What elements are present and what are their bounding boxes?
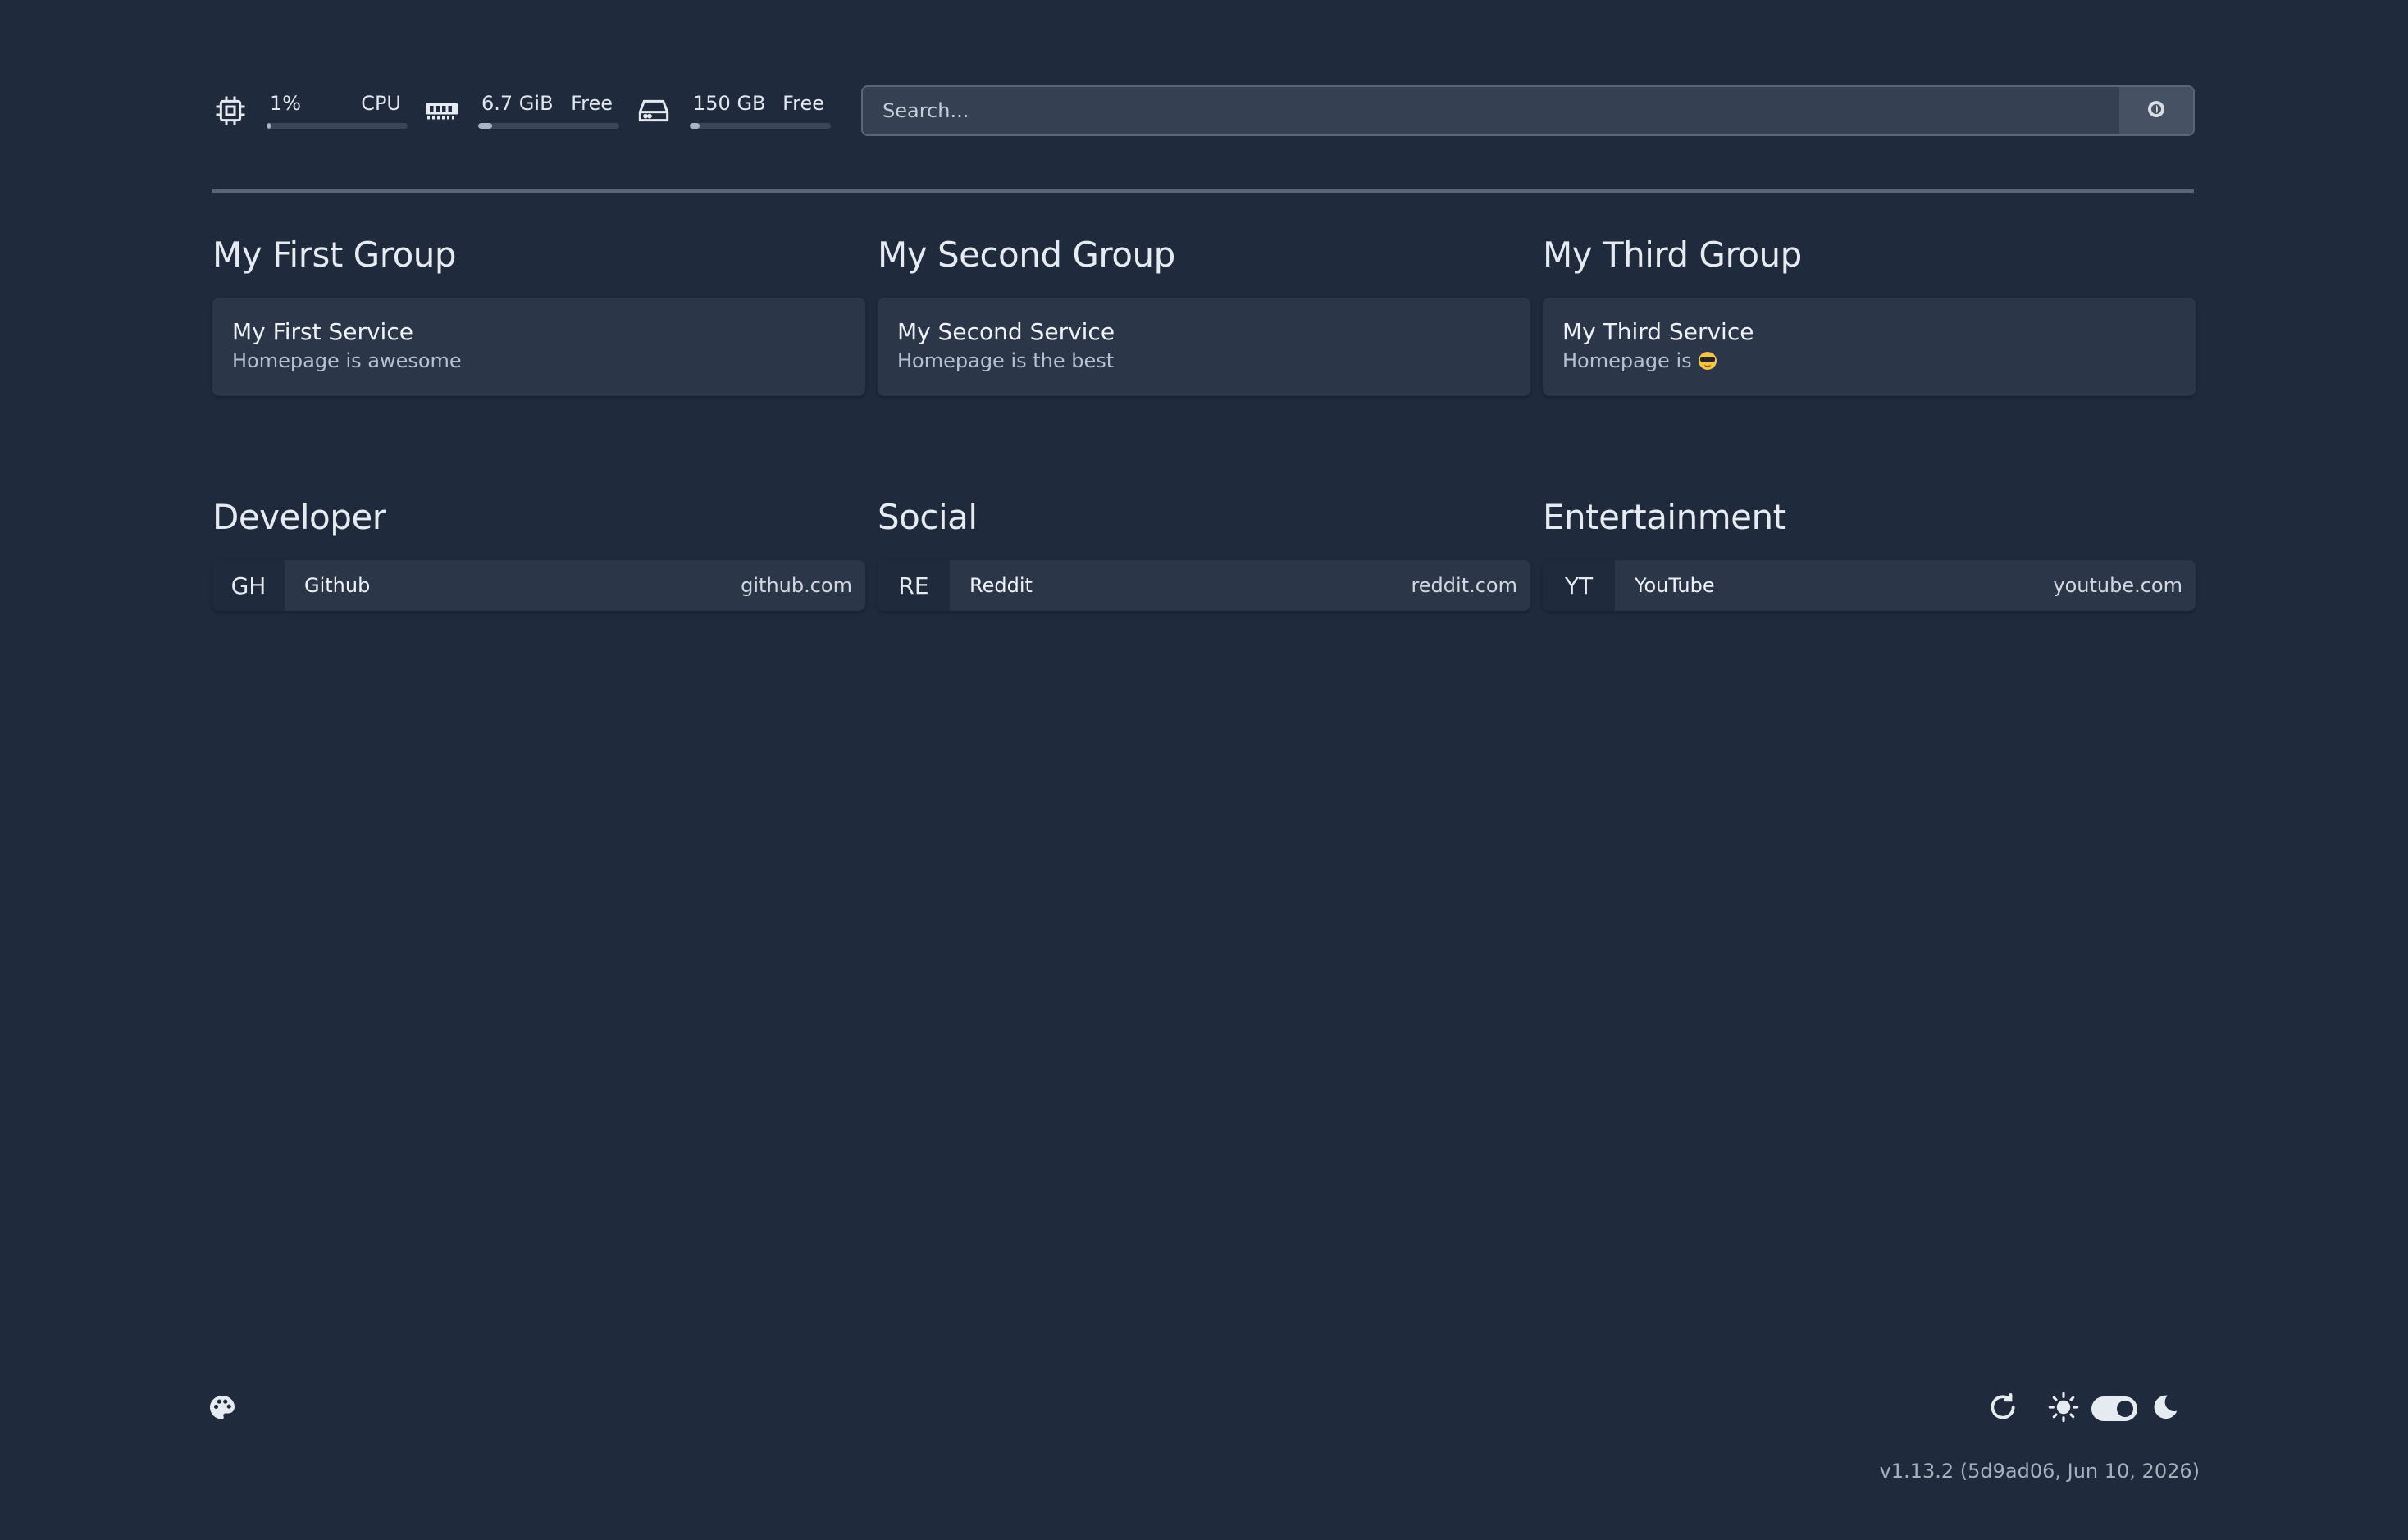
theme-toggle[interactable] — [2091, 1396, 2137, 1421]
toggle-knob — [2117, 1401, 2133, 1417]
revalidate-button[interactable] — [1985, 1391, 2021, 1427]
bookmark-reddit[interactable]: RE Reddit reddit.com — [878, 560, 1530, 611]
disk-usage-fill — [690, 123, 700, 129]
service-group-1: My First Group My First Service Homepage… — [212, 230, 865, 396]
disk-widget: 150 GB Free — [636, 84, 831, 138]
palette-icon — [208, 1393, 237, 1426]
service-name: My First Service — [232, 318, 413, 345]
homepage-dashboard: 1% CPU 6.7 GiB Free 150 GB Free Search..… — [0, 0, 2408, 1540]
bookmark-name: Github — [304, 574, 371, 597]
bookmark-name: YouTube — [1635, 574, 1715, 597]
bookmark-name: Reddit — [969, 574, 1033, 597]
bookmark-abbr: YT — [1543, 560, 1615, 611]
color-palette-button[interactable] — [207, 1394, 238, 1425]
group-title: Developer — [212, 497, 386, 537]
service-description: Homepage is awesome — [232, 349, 462, 372]
disk-usage-bar — [690, 123, 831, 129]
disk-drive-icon — [636, 93, 672, 129]
cpu-value: 1% — [270, 92, 302, 115]
bookmark-abbr: RE — [878, 560, 950, 611]
memory-usage-bar — [478, 123, 619, 129]
group-title: My Second Group — [878, 235, 1175, 275]
header-divider — [212, 189, 2194, 193]
disk-label: Free — [782, 92, 824, 115]
bookmark-group-entertainment: Entertainment YT YouTube youtube.com — [1543, 493, 2196, 611]
search-provider-button[interactable] — [2119, 87, 2193, 134]
footer-controls — [1985, 1391, 2183, 1427]
sunglasses-emoji-icon — [1698, 352, 1717, 370]
group-title: Social — [878, 497, 978, 537]
memory-usage-fill — [478, 123, 493, 129]
cpu-usage-fill — [267, 123, 271, 129]
disk-value: 150 GB — [693, 92, 766, 115]
bookmark-href: github.com — [741, 574, 852, 597]
cpu-chip-icon — [212, 93, 249, 129]
bookmark-group-social: Social RE Reddit reddit.com — [878, 493, 1530, 611]
bookmark-github[interactable]: GH Github github.com — [212, 560, 865, 611]
service-group-2: My Second Group My Second Service Homepa… — [878, 230, 1530, 396]
moon-icon — [2150, 1392, 2180, 1425]
service-name: My Third Service — [1562, 318, 1754, 345]
sun-icon — [2048, 1392, 2079, 1426]
memory-widget: 6.7 GiB Free — [424, 84, 619, 138]
cpu-usage-bar — [267, 123, 408, 129]
bookmark-href: reddit.com — [1411, 574, 1517, 597]
group-title: My Third Group — [1543, 235, 1802, 275]
search-provider-icon — [2146, 99, 2166, 122]
bookmark-group-developer: Developer GH Github github.com — [212, 493, 865, 611]
search-box — [861, 85, 2195, 136]
bookmark-abbr: GH — [212, 560, 285, 611]
cpu-label: CPU — [361, 92, 401, 115]
bookmark-youtube[interactable]: YT YouTube youtube.com — [1543, 560, 2196, 611]
group-title: Entertainment — [1543, 497, 1786, 537]
group-title: My First Group — [212, 235, 457, 275]
memory-label: Free — [571, 92, 613, 115]
service-card[interactable]: My First Service Homepage is awesome — [212, 298, 865, 396]
service-group-3: My Third Group My Third Service Homepage… — [1543, 230, 2196, 396]
version-label: v1.13.2 (5d9ad06, Jun 10, 2026) — [1879, 1460, 2200, 1483]
memory-value: 6.7 GiB — [481, 92, 554, 115]
light-theme-button[interactable] — [2045, 1391, 2082, 1427]
cpu-widget: 1% CPU — [212, 84, 408, 138]
service-card[interactable]: My Second Service Homepage is the best — [878, 298, 1530, 396]
service-description: Homepage is — [1562, 349, 1692, 372]
bookmark-href: youtube.com — [2053, 574, 2182, 597]
dark-theme-button[interactable] — [2147, 1391, 2183, 1427]
search-input[interactable] — [863, 87, 2119, 134]
top-bar: 1% CPU 6.7 GiB Free 150 GB Free Search..… — [212, 84, 2195, 138]
memory-icon — [424, 93, 460, 129]
refresh-icon — [1987, 1392, 2018, 1426]
service-name: My Second Service — [897, 318, 1115, 345]
service-card[interactable]: My Third Service Homepage is — [1543, 298, 2196, 396]
service-description: Homepage is the best — [897, 349, 1115, 372]
